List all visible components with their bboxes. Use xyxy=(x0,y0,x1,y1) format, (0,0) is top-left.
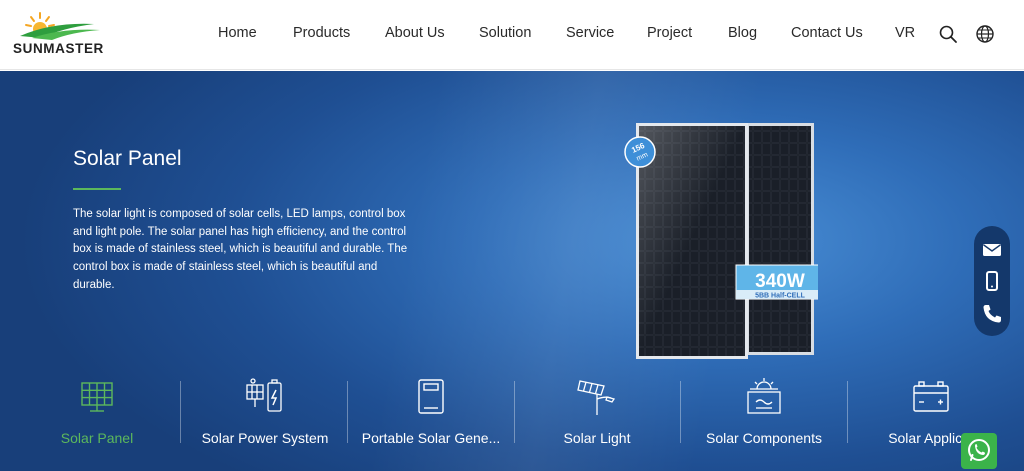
category-solar-light[interactable]: Solar Light xyxy=(514,371,680,471)
hero-title: Solar Panel xyxy=(73,147,182,170)
nav-home[interactable]: Home xyxy=(218,25,257,41)
hero-title-underline xyxy=(73,188,121,190)
power-system-icon xyxy=(246,378,282,412)
nav-contact-us[interactable]: Contact Us xyxy=(791,25,863,41)
whatsapp-button[interactable] xyxy=(961,433,997,469)
nav-products[interactable]: Products xyxy=(293,25,350,41)
nav-vr[interactable]: VR xyxy=(895,25,915,41)
search-icon[interactable] xyxy=(938,24,958,44)
nav-project[interactable]: Project xyxy=(647,25,692,41)
solar-panel-icon xyxy=(81,382,113,412)
street-light-icon xyxy=(577,380,616,415)
power-sub-label: 5BB Half-CELL xyxy=(755,293,806,300)
solar-panel-image: 156 mm 340W 5BB Half-CELL xyxy=(624,123,818,359)
globe-icon[interactable] xyxy=(975,24,995,44)
components-icon xyxy=(747,378,781,414)
category-solar-power-system[interactable]: Solar Power System xyxy=(182,371,348,471)
whatsapp-icon xyxy=(968,439,990,461)
category-label: Solar Components xyxy=(706,430,822,446)
hero-description: The solar light is composed of solar cel… xyxy=(73,208,408,291)
category-divider xyxy=(180,381,181,443)
battery-icon xyxy=(913,381,949,412)
portable-generator-icon xyxy=(418,379,444,414)
category-label: Solar Power System xyxy=(201,430,329,446)
mail-icon[interactable] xyxy=(980,238,1004,262)
category-label: Solar Light xyxy=(563,430,631,446)
sun-logo-icon xyxy=(20,12,100,40)
category-solar-components[interactable]: Solar Components xyxy=(681,371,847,471)
product-category-bar: Solar Panel Solar Power System Portable … xyxy=(0,371,1024,471)
phone-icon[interactable] xyxy=(980,302,1004,326)
mobile-icon[interactable] xyxy=(980,269,1004,293)
site-header: SUNMASTER Home Products About Us Solutio… xyxy=(0,0,1024,70)
category-label: Solar Panel xyxy=(60,430,134,446)
sunmaster-logo[interactable]: SUNMASTER xyxy=(12,10,112,60)
category-portable-solar-generator[interactable]: Portable Solar Gene... xyxy=(348,371,514,471)
category-solar-panel[interactable]: Solar Panel xyxy=(14,371,180,471)
nav-about-us[interactable]: About Us xyxy=(385,25,445,41)
hero-banner: Solar Panel The solar light is composed … xyxy=(0,71,1024,471)
nav-service[interactable]: Service xyxy=(566,25,614,41)
brand-name: SUNMASTER xyxy=(13,41,104,56)
nav-blog[interactable]: Blog xyxy=(728,25,757,41)
power-label: 340W xyxy=(755,271,805,292)
category-label: Portable Solar Gene... xyxy=(361,430,501,446)
nav-solution[interactable]: Solution xyxy=(479,25,531,41)
contact-sidebar xyxy=(974,226,1010,336)
